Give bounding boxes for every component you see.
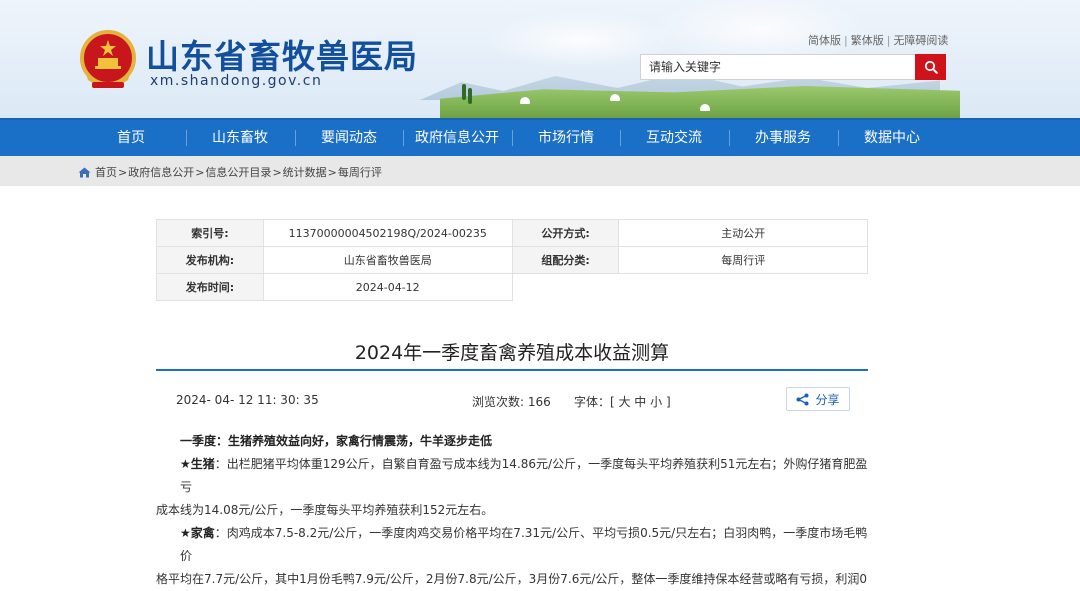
yurt-decoration (700, 104, 710, 111)
nav-item-services[interactable]: 办事服务 (729, 120, 837, 156)
language-links: 简体版 | 繁体版 | 无障碍阅读 (808, 32, 948, 48)
breadcrumb-statistics[interactable]: 统计数据 (283, 164, 327, 180)
article-title: 2024年一季度畜禽养殖成本收益测算 (354, 342, 670, 364)
yurt-decoration (520, 97, 530, 104)
accessibility-link[interactable]: 无障碍阅读 (893, 34, 948, 47)
pigs-text-line1: ：出栏肥猪平均体重129公斤，自繁自育盈亏成本线为14.86元/公斤，一季度每头… (180, 457, 868, 494)
breadcrumb: 首页 > 政府信息公开 > 信息公开目录 > 统计数据 > 每周行评 (78, 164, 382, 180)
article-datetime: 2024- 04- 12 11: 30: 35 (176, 393, 319, 407)
share-label: 分享 (815, 392, 840, 407)
nav-item-shandong-husbandry[interactable]: 山东畜牧 (186, 120, 294, 156)
breadcrumb-home[interactable]: 首页 (95, 164, 117, 180)
breadcrumb-gov-info[interactable]: 政府信息公开 (128, 164, 194, 180)
main-nav: 首页 山东畜牧 要闻动态 政府信息公开 市场行情 互动交流 办事服务 数据中心 (0, 118, 1080, 156)
index-value: 11370000004502198Q/2024-00235 (262, 219, 513, 247)
traditional-link[interactable]: 繁体版 (851, 34, 884, 47)
table-row: 发布机构: 山东省畜牧兽医局 组配分类: 每周行评 (156, 246, 868, 274)
nav-item-interaction[interactable]: 互动交流 (620, 120, 728, 156)
share-icon (796, 393, 809, 405)
date-value: 2024-04-12 (262, 273, 513, 301)
nav-item-news[interactable]: 要闻动态 (295, 120, 403, 156)
table-row: 发布时间: 2024-04-12 (156, 273, 868, 301)
link-separator: | (886, 34, 891, 47)
search-button[interactable] (915, 54, 946, 80)
paragraph-pigs: ★生猪：出栏肥猪平均体重129公斤，自繁自育盈亏成本线为14.86元/公斤，一季… (156, 453, 868, 499)
index-label: 索引号: (156, 219, 264, 247)
title-divider (156, 369, 868, 371)
breadcrumb-separator: > (118, 165, 128, 179)
empty-cell (511, 273, 868, 301)
mode-value: 主动公开 (618, 219, 868, 247)
breadcrumb-weekly-review[interactable]: 每周行评 (338, 164, 382, 180)
national-emblem-icon (80, 30, 136, 88)
paragraph-poultry-cont: 格平均在7.7元/公斤，其中1月份毛鸭7.9元/公斤，2月份7.8元/公斤，3月… (156, 572, 868, 586)
breadcrumb-catalog[interactable]: 信息公开目录 (205, 164, 271, 180)
nav-item-data-center[interactable]: 数据中心 (838, 120, 946, 156)
views-label: 浏览次数: (472, 395, 525, 409)
breadcrumb-separator: > (327, 165, 337, 179)
paragraph-poultry: ★家禽：肉鸡成本7.5-8.2元/公斤，一季度肉鸡交易价格平均在7.31元/公斤… (156, 522, 868, 568)
view-count: 浏览次数: 166 (472, 393, 551, 410)
poultry-heading: ★家禽 (180, 526, 215, 540)
section-heading: 一季度：生猪养殖效益向好，家禽行情震荡，牛羊逐步走低 (180, 434, 493, 448)
home-icon (78, 167, 91, 177)
org-value: 山东省畜牧兽医局 (262, 246, 513, 274)
nav-item-gov-info[interactable]: 政府信息公开 (403, 120, 511, 156)
document-meta-table: 索引号: 11370000004502198Q/2024-00235 公开方式:… (156, 219, 868, 301)
nav-item-market[interactable]: 市场行情 (512, 120, 620, 156)
pigs-heading: ★生猪 (180, 457, 215, 471)
paragraph-pigs-cont: 成本线为14.08元/公斤，一季度每头平均养殖获利152元左右。 (156, 503, 494, 517)
category-value: 每周行评 (618, 246, 868, 274)
search-icon (924, 60, 938, 74)
breadcrumb-separator: > (272, 165, 282, 179)
nav-item-home[interactable]: 首页 (77, 120, 185, 156)
table-row: 索引号: 11370000004502198Q/2024-00235 公开方式:… (156, 219, 868, 247)
breadcrumb-separator: > (195, 165, 205, 179)
font-size-switcher[interactable]: 字体：[ 大 中 小 ] (574, 393, 671, 410)
simplified-link[interactable]: 简体版 (808, 34, 841, 47)
yurt-decoration (610, 94, 620, 101)
search-input[interactable] (640, 54, 916, 80)
article-body: 一季度：生猪养殖效益向好，家禽行情震荡，牛羊逐步走低 ★生猪：出栏肥猪平均体重1… (156, 430, 868, 591)
category-label: 组配分类: (511, 246, 620, 274)
breadcrumb-bar: 首页 > 政府信息公开 > 信息公开目录 > 统计数据 > 每周行评 (0, 156, 1080, 186)
mode-label: 公开方式: (511, 219, 620, 247)
site-header: 山东省畜牧兽医局 xm.shandong.gov.cn 简体版 | 繁体版 | 无障碍阅… (0, 0, 1080, 118)
site-title[interactable]: 山东省畜牧兽医局 (146, 30, 418, 78)
org-label: 发布机构: (156, 246, 264, 274)
link-separator: | (844, 34, 848, 47)
views-number: 166 (527, 395, 551, 409)
share-button[interactable]: 分享 (786, 387, 850, 411)
date-label: 发布时间: (156, 273, 264, 301)
tree-decoration (462, 84, 466, 100)
tree-decoration (468, 88, 472, 104)
site-domain: xm.shandong.gov.cn (150, 73, 323, 89)
poultry-text-line1: ：肉鸡成本7.5-8.2元/公斤，一季度肉鸡交易价格平均在7.31元/公斤、平均… (180, 526, 868, 563)
